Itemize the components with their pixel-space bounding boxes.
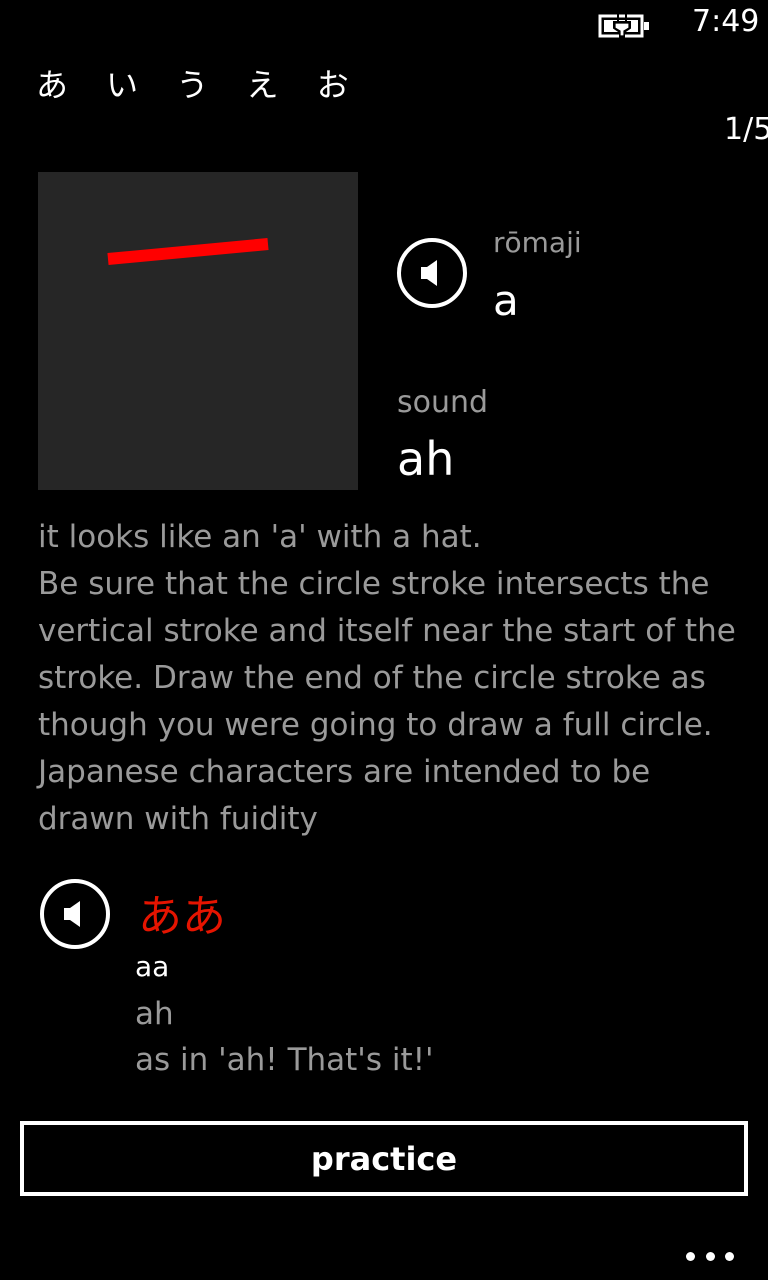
description-line: vertical stroke and itself near the star… [38,613,736,649]
dot [686,1251,695,1261]
romaji-value: a [493,276,519,325]
practice-button[interactable]: practice [20,1121,748,1196]
status-time: 7:49 [692,4,760,39]
sound-value: ah [397,432,455,486]
stroke-line [107,238,269,265]
battery-charging-icon [598,14,649,39]
play-character-sound-button[interactable] [397,238,467,308]
example-note: as in 'ah! That's it!' [135,1042,434,1078]
sound-label: sound [397,385,489,420]
description-line: Japanese characters are intended to be [38,754,651,790]
dot [705,1251,715,1261]
description-line: drawn with fuidity [38,801,318,837]
description-line: stroke. Draw the end of the circle strok… [38,660,706,696]
more-dots-icon[interactable] [686,1246,734,1266]
example-kana: ああ [138,891,226,942]
speaker-icon [421,260,437,286]
screen: 7:49 あ い う え お 1/5 rōmaji a sound ah it … [0,0,768,1280]
page-counter: 1/5 [724,112,768,147]
description-line: Be sure that the circle stroke intersect… [38,566,710,602]
speaker-icon [64,901,80,927]
dot [725,1251,734,1261]
description-line: though you were going to draw a full cir… [38,707,713,743]
page-title: あ い う え お [36,66,363,104]
play-example-sound-button[interactable] [40,879,110,949]
example-sound: ah [135,996,174,1032]
description-line: it looks like an 'a' with a hat. [38,519,482,555]
stroke-order-canvas[interactable] [38,172,358,490]
stroke-drawing [107,238,269,265]
description-text: it looks like an 'a' with a hat. Be sure… [38,514,738,843]
romaji-label: rōmaji [493,226,582,259]
example-romaji: aa [135,950,170,983]
practice-button-label: practice [310,1139,458,1178]
